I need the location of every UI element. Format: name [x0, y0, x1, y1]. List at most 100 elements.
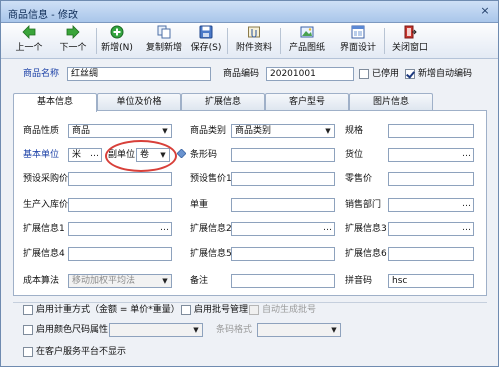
pinyin-label: 拼音码: [345, 276, 373, 286]
tab-extended-info[interactable]: 扩展信息: [181, 93, 265, 111]
cost-method-label: 成本算法: [23, 276, 60, 286]
ui-design-button[interactable]: 界面设计: [337, 25, 379, 57]
toolbar-separator: [280, 28, 281, 54]
product-image-button[interactable]: 产品图纸: [286, 25, 328, 57]
ext3-input[interactable]: …: [388, 222, 474, 236]
retail-input[interactable]: [388, 172, 474, 186]
toolbar-separator: [384, 28, 385, 54]
location-label: 货位: [345, 150, 364, 160]
tab-units-prices[interactable]: 单位及价格: [97, 93, 181, 111]
next-button[interactable]: 下一个: [53, 25, 93, 57]
hide-platform-checkbox[interactable]: [23, 347, 33, 357]
ellipsis-icon: …: [462, 199, 471, 209]
barcode-format-select[interactable]: ▼: [257, 323, 341, 337]
copy-icon: [157, 25, 171, 39]
sales-dept-label: 销售部门: [345, 200, 382, 210]
ext1-label: 扩展信息1: [23, 224, 65, 234]
chevron-down-icon: ▼: [331, 326, 337, 334]
barcode-label: 条形码: [190, 150, 218, 160]
ellipsis-icon: …: [90, 149, 99, 159]
disabled-label: 已停用: [372, 69, 400, 79]
save-button[interactable]: 保存(S): [189, 25, 223, 57]
barcode-tag-icon[interactable]: [176, 148, 187, 162]
color-size-label: 启用颜色尺码属性: [36, 325, 109, 335]
weight-input[interactable]: [231, 198, 335, 212]
barcode-format-label: 条码格式: [216, 325, 253, 335]
ext5-label: 扩展信息5: [190, 249, 232, 259]
ellipsis-icon: …: [462, 149, 471, 159]
weight-label: 单重: [190, 200, 209, 210]
chevron-down-icon: ▼: [162, 127, 168, 135]
ext4-input[interactable]: [68, 247, 172, 261]
ellipsis-icon: …: [160, 223, 169, 233]
spec-input[interactable]: [388, 124, 474, 138]
remark-input[interactable]: [231, 274, 335, 288]
product-info-window: 商品信息 - 修改 × 上一个 下一个 新增(N) 复制新增 保存(S) 附件资…: [0, 0, 499, 367]
measure-checkbox[interactable]: [23, 305, 33, 315]
door-exit-icon: [403, 25, 417, 39]
production-label: 生产入库价: [23, 200, 69, 210]
save-icon: [199, 25, 213, 39]
preset-sale-label: 预设售价1: [190, 174, 232, 184]
disabled-checkbox[interactable]: [359, 69, 369, 79]
nature-select[interactable]: 商品 ▼: [68, 124, 172, 138]
ext3-label: 扩展信息3: [345, 224, 387, 234]
barcode-input[interactable]: [231, 148, 335, 162]
close-window-button[interactable]: 关闭窗口: [389, 25, 431, 57]
auto-code-label: 新增自动编码: [418, 69, 473, 79]
tab-customer-model[interactable]: 客户型号: [265, 93, 349, 111]
retail-label: 零售价: [345, 174, 373, 184]
ext6-input[interactable]: [388, 247, 474, 261]
ext5-input[interactable]: [231, 247, 335, 261]
arrow-left-icon: [22, 25, 36, 39]
paperclip-icon: [247, 25, 261, 39]
layout-icon: [351, 25, 365, 39]
product-code-input[interactable]: 20201001: [266, 67, 354, 81]
color-size-select[interactable]: ▼: [109, 323, 203, 337]
category-label: 商品类别: [190, 126, 227, 136]
toolbar-separator: [96, 28, 97, 54]
ext1-input[interactable]: …: [68, 222, 172, 236]
batch-checkbox[interactable]: [181, 305, 191, 315]
location-input[interactable]: …: [388, 148, 474, 162]
color-size-checkbox[interactable]: [23, 325, 33, 335]
copy-add-button[interactable]: 复制新增: [141, 25, 187, 57]
tab-basic-info[interactable]: 基本信息: [13, 93, 97, 112]
ext2-input[interactable]: …: [231, 222, 335, 236]
chevron-down-icon: ▼: [325, 127, 331, 135]
window-close-icon[interactable]: ×: [478, 5, 492, 18]
window-title: 商品信息 - 修改: [8, 10, 78, 21]
category-select[interactable]: 商品类别 ▼: [231, 124, 335, 138]
preset-sale-input[interactable]: [231, 172, 335, 186]
spec-label: 规格: [345, 126, 364, 136]
ext2-label: 扩展信息2: [190, 224, 232, 234]
pinyin-input[interactable]: hsc: [388, 274, 474, 288]
product-name-input[interactable]: 红丝绸: [67, 67, 211, 81]
auto-code-checkbox[interactable]: [405, 69, 415, 79]
preset-purchase-label: 预设采购价: [23, 174, 69, 184]
auto-batch-checkbox[interactable]: [249, 305, 259, 315]
nature-label: 商品性质: [23, 126, 60, 136]
tab-images[interactable]: 图片信息: [349, 93, 433, 111]
arrow-right-icon: [66, 25, 80, 39]
batch-label: 启用批号管理: [194, 305, 249, 315]
sales-dept-input[interactable]: …: [388, 198, 474, 212]
product-name-label: 商品名称: [23, 69, 60, 79]
chevron-down-icon: ▼: [162, 277, 168, 285]
plus-circle-icon: [110, 25, 124, 39]
ellipsis-icon: …: [323, 223, 332, 233]
attachments-button[interactable]: 附件资料: [233, 25, 275, 57]
measure-label: 启用计重方式（金额 = 单价*重量）: [36, 305, 180, 315]
cost-method-select[interactable]: 移动加权平均法 ▼: [68, 274, 172, 288]
chevron-down-icon: ▼: [193, 326, 199, 334]
prev-button[interactable]: 上一个: [9, 25, 49, 57]
toolbar: 上一个 下一个 新增(N) 复制新增 保存(S) 附件资料 产品图纸 界面设计 …: [1, 23, 498, 59]
add-button[interactable]: 新增(N): [99, 25, 135, 57]
ext4-label: 扩展信息4: [23, 249, 65, 259]
production-input[interactable]: [68, 198, 172, 212]
ellipsis-icon: …: [462, 223, 471, 233]
preset-purchase-input[interactable]: [68, 172, 172, 186]
base-unit-input[interactable]: 米…: [68, 148, 102, 162]
ext6-label: 扩展信息6: [345, 249, 387, 259]
divider: [13, 302, 487, 303]
